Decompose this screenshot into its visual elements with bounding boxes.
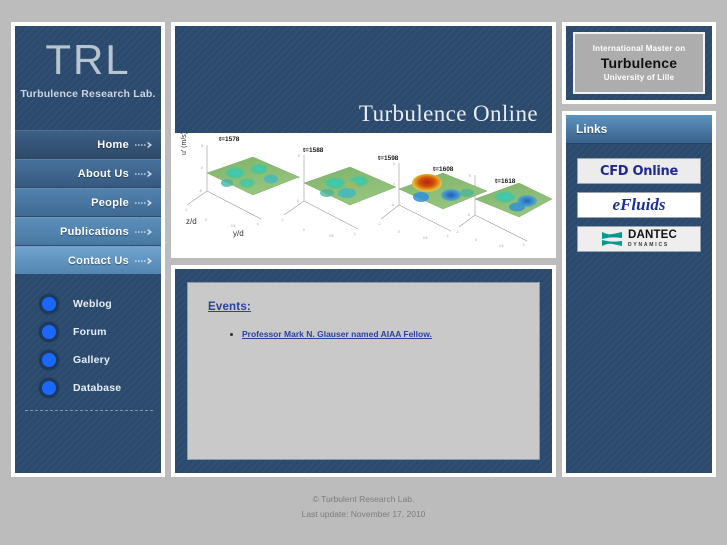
list-item: Professor Mark N. Glauser named AIAA Fel… [242, 329, 519, 339]
panel-time-label: t=1598 [378, 155, 399, 162]
links-header-title: Links [576, 122, 608, 136]
master-line-1: International Master on [592, 44, 686, 53]
master-banner-ad[interactable]: International Master on Turbulence Unive… [573, 32, 705, 94]
bullet-dot-icon [39, 322, 59, 342]
quick-link-gallery[interactable]: Gallery [39, 346, 161, 374]
panel-time-label: t=1608 [433, 166, 454, 173]
banner-title: Turbulence Online [358, 101, 538, 126]
nav-label: People [91, 196, 129, 209]
events-panel-frame: Events: Professor Mark N. Glauser named … [175, 269, 552, 473]
quick-links: Weblog Forum Gallery Database [15, 290, 161, 402]
sidebar-item-about-us[interactable]: About Us [15, 159, 161, 187]
right-column: International Master on Turbulence Unive… [562, 22, 716, 477]
footer-last-update: Last update: November 17, 2010 [301, 509, 426, 519]
left-sidebar: TRL Turbulence Research Lab. Home About … [11, 22, 165, 477]
arrow-right-icon [135, 257, 153, 265]
link-efluids[interactable]: eFluids [577, 192, 701, 218]
center-column: Turbulence Online u' (m/s) z/d y/d 5 0 -… [171, 22, 556, 477]
sidebar-divider [25, 410, 153, 411]
footer-copyright: © Turbulent Research Lab. [312, 494, 415, 504]
link-sublabel: DYNAMICS [627, 241, 670, 248]
events-heading: Events: [208, 301, 251, 313]
events-panel: Events: Professor Mark N. Glauser named … [171, 265, 556, 477]
page-footer: © Turbulent Research Lab. Last update: N… [0, 492, 727, 522]
bullet-dot-icon [39, 294, 59, 314]
links-panel-inner: Links CFD Online eFluids DANTEC DYNAMICS [566, 115, 712, 473]
quick-link-forum[interactable]: Forum [39, 318, 161, 346]
logo-title: TRL [45, 36, 131, 83]
events-list: Professor Mark N. Glauser named AIAA Fel… [242, 329, 519, 339]
nav-label: About Us [77, 167, 129, 180]
logo-subtitle: Turbulence Research Lab. [20, 88, 156, 100]
events-content: Events: Professor Mark N. Glauser named … [187, 282, 540, 460]
quick-link-label: Forum [73, 326, 107, 338]
master-banner-panel: International Master on Turbulence Unive… [562, 22, 716, 104]
main-nav: Home About Us People Publications Contac… [15, 130, 161, 274]
sidebar-inner: TRL Turbulence Research Lab. Home About … [15, 26, 161, 473]
arrow-right-icon [135, 170, 153, 178]
link-dantec-dynamics[interactable]: DANTEC DYNAMICS [577, 226, 701, 252]
page-root: TRL Turbulence Research Lab. Home About … [0, 0, 727, 545]
nav-label: Contact Us [67, 254, 129, 267]
panel-time-label: t=1618 [495, 178, 516, 185]
figure-time-labels: t=1578 t=1588 t=1598 t=1608 t=1618 [175, 133, 552, 254]
link-cfd-online[interactable]: CFD Online [577, 158, 701, 184]
bullet-dot-icon [39, 378, 59, 398]
master-line-3: University of Lille [603, 73, 675, 82]
sidebar-item-home[interactable]: Home [15, 130, 161, 158]
sidebar-item-contact-us[interactable]: Contact Us [15, 246, 161, 274]
link-label: CFD Online [599, 163, 679, 179]
quick-link-weblog[interactable]: Weblog [39, 290, 161, 318]
dantec-bowtie-icon [601, 231, 623, 247]
sidebar-item-people[interactable]: People [15, 188, 161, 216]
dantec-wordmark: DANTEC DYNAMICS [628, 230, 677, 248]
banner-panel: Turbulence Online u' (m/s) z/d y/d 5 0 -… [171, 22, 556, 258]
links-header: Links [566, 115, 712, 144]
arrow-right-icon [135, 141, 153, 149]
turbulence-figure: u' (m/s) z/d y/d 5 0 -5 -1 0 0.5 1 5 0 -… [175, 133, 552, 254]
event-link[interactable]: Professor Mark N. Glauser named AIAA Fel… [242, 329, 432, 339]
site-logo[interactable]: TRL Turbulence Research Lab. [15, 26, 161, 126]
sidebar-item-publications[interactable]: Publications [15, 217, 161, 245]
nav-label: Home [97, 138, 129, 151]
nav-label: Publications [60, 225, 129, 238]
panel-time-label: t=1578 [219, 136, 240, 143]
links-body: CFD Online eFluids DANTEC DYNAMICS [566, 144, 712, 274]
arrow-right-icon [135, 228, 153, 236]
quick-link-label: Database [73, 382, 122, 394]
links-panel: Links CFD Online eFluids DANTEC DYNAMICS [562, 111, 716, 477]
master-line-2: Turbulence [600, 55, 678, 71]
panel-time-label: t=1588 [303, 147, 324, 154]
master-banner-frame: International Master on Turbulence Unive… [566, 26, 712, 100]
link-label: DANTEC [627, 229, 678, 242]
link-label: eFluids [612, 195, 666, 214]
quick-link-label: Gallery [73, 354, 111, 366]
bullet-dot-icon [39, 350, 59, 370]
quick-link-label: Weblog [73, 298, 112, 310]
site-banner: Turbulence Online [175, 26, 552, 133]
arrow-right-icon [135, 199, 153, 207]
quick-link-database[interactable]: Database [39, 374, 161, 402]
